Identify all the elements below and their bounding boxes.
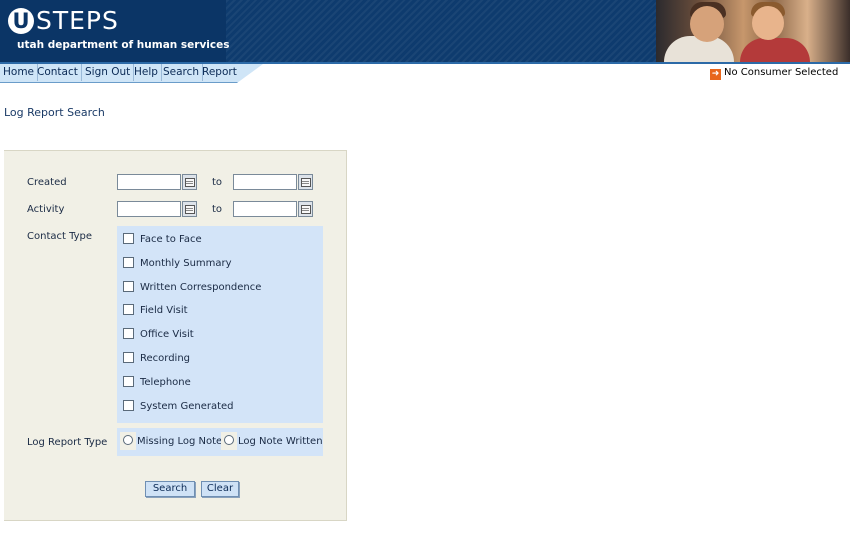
created-from-calendar-icon[interactable] [182,174,197,190]
activity-from-input[interactable] [117,201,181,217]
nav-report[interactable]: Report [199,64,240,81]
checkbox[interactable] [123,328,134,339]
arrow-right-icon: ➜ [710,69,721,80]
checkbox[interactable] [123,257,134,268]
activity-to-input[interactable] [233,201,297,217]
nav-contact[interactable]: Contact [34,64,82,81]
radio-missing-log-note[interactable] [123,435,133,445]
checkbox-label: Telephone [140,377,191,388]
contact-type-label: Contact Type [27,231,93,242]
logo-circle: U [8,8,34,34]
agency-subtitle: utah department of human services [17,39,230,51]
checkbox-label: Field Visit [140,305,188,316]
radio-cell [221,432,237,450]
activity-label: Activity [27,204,65,215]
nav-tail [237,64,263,83]
checkbox[interactable] [123,352,134,363]
photo-man-head [690,6,724,42]
nav-home[interactable]: Home [0,64,39,81]
nav-search[interactable]: Search [160,64,204,81]
checkbox[interactable] [123,304,134,315]
radio-log-note-written[interactable] [224,435,234,445]
radio-label: Log Note Written [238,436,323,447]
checkbox-label: Face to Face [140,234,202,245]
header-photo [656,0,850,62]
radio-cell [120,432,136,450]
created-from-input[interactable] [117,174,181,190]
checkbox[interactable] [123,233,134,244]
checkbox-label: System Generated [140,401,234,412]
checkbox-label: Monthly Summary [140,258,232,269]
checkbox-label: Office Visit [140,329,194,340]
log-report-type-group: Missing Log Note Log Note Written [117,428,323,456]
search-button[interactable]: Search [145,481,195,497]
radio-label: Missing Log Note [137,436,223,447]
activity-to-calendar-icon[interactable] [298,201,313,217]
checkbox[interactable] [123,281,134,292]
logo-text: STEPS [36,6,119,35]
page-title: Log Report Search [4,106,105,119]
photo-boy-head [752,6,784,40]
activity-to-label: to [212,204,223,215]
nav-sign-out[interactable]: Sign Out [82,64,135,81]
checkbox-label: Recording [140,353,191,364]
created-to-label: to [212,177,223,188]
contact-type-group: Face to Face Monthly Summary Written Cor… [117,226,323,423]
photo-boy-shirt [740,38,810,62]
consumer-status: ➜ No Consumer Selected [710,66,838,80]
consumer-status-text: No Consumer Selected [724,67,839,78]
header-banner: U STEPS utah department of human service… [0,0,850,62]
created-to-calendar-icon[interactable] [298,174,313,190]
checkbox[interactable] [123,376,134,387]
checkbox-label: Written Correspondence [140,282,262,293]
nav-help[interactable]: Help [131,64,162,81]
created-to-input[interactable] [233,174,297,190]
created-label: Created [27,177,67,188]
activity-from-calendar-icon[interactable] [182,201,197,217]
clear-button[interactable]: Clear [201,481,239,497]
log-report-type-label: Log Report Type [27,437,108,448]
checkbox[interactable] [123,400,134,411]
